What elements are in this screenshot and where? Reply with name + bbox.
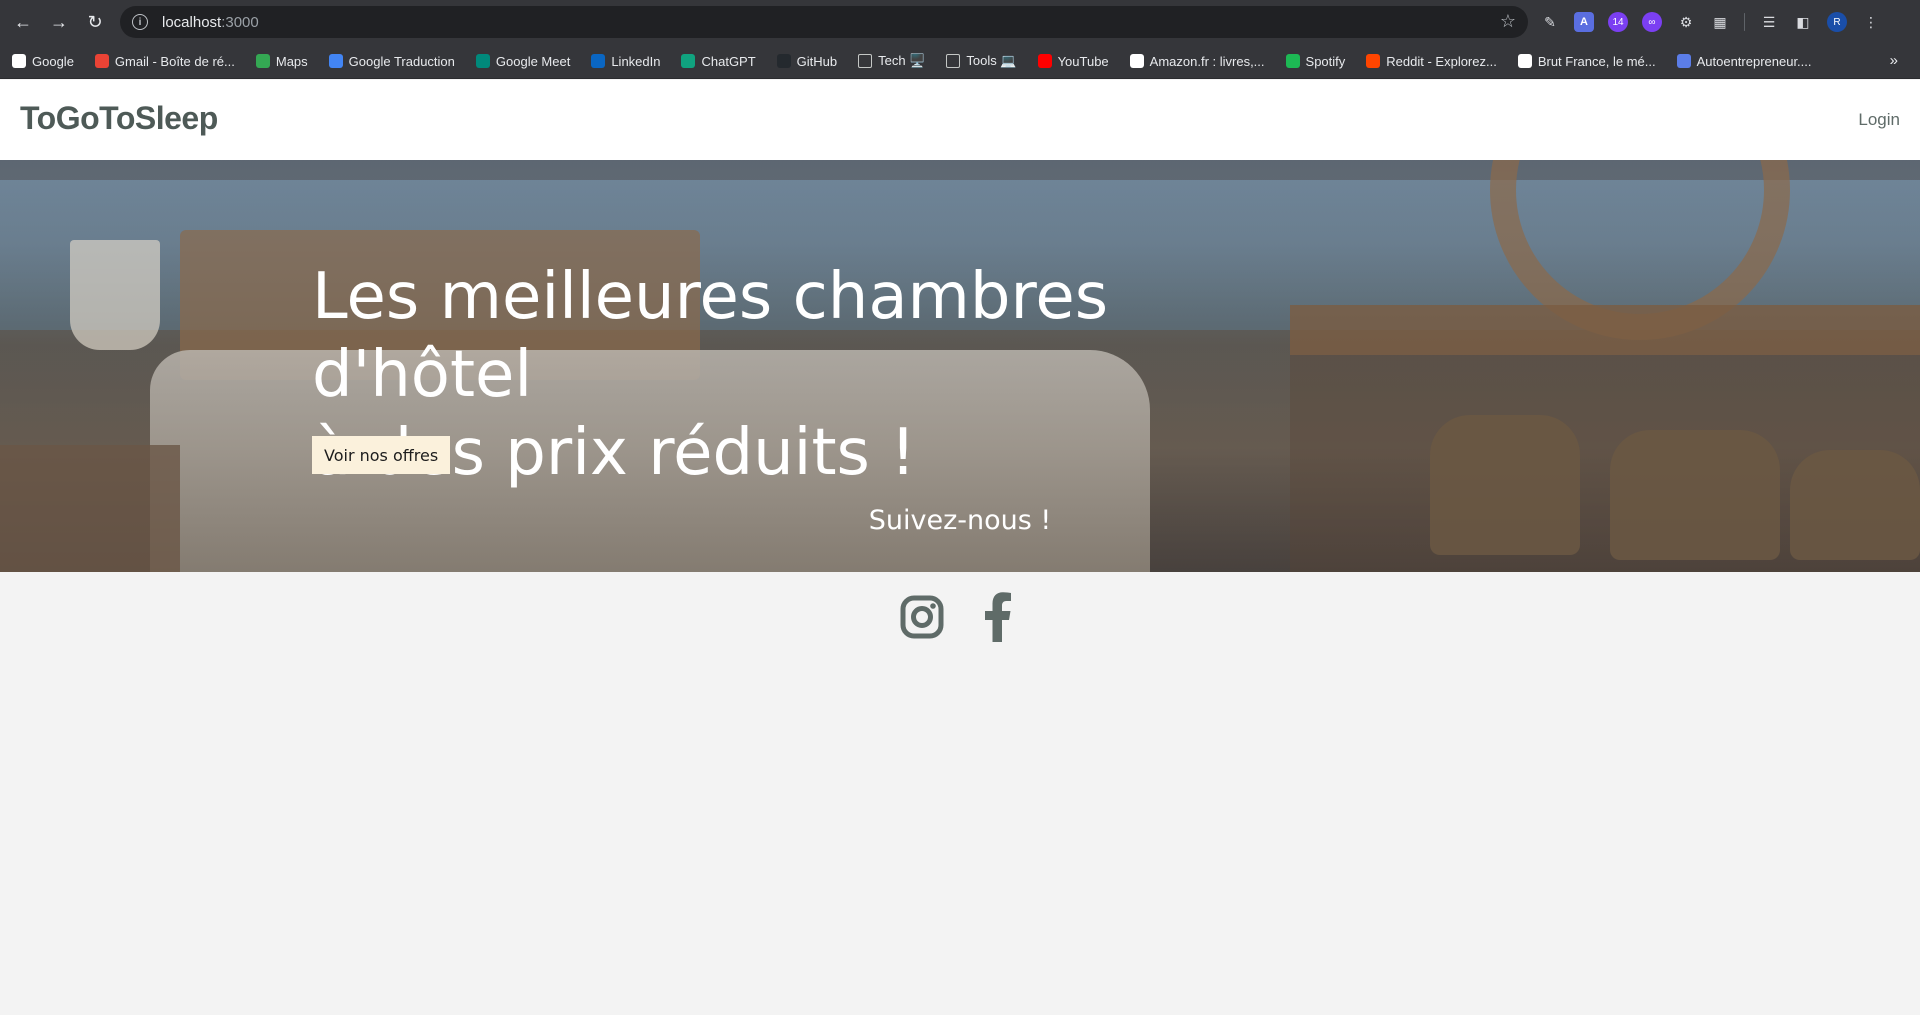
bookmark-star-icon[interactable]: ☆ — [1500, 11, 1516, 32]
amazon-icon — [1129, 54, 1144, 68]
bookmark-label: Google Traduction — [348, 53, 455, 69]
chatgpt-icon — [681, 54, 696, 68]
maps-icon — [255, 54, 270, 68]
bookmark-item[interactable]: LinkedIn — [591, 54, 660, 69]
bookmark-item[interactable]: Tools 💻 — [946, 53, 1017, 69]
bookmarks-bar: Google Gmail - Boîte de ré... Maps Google T… — [0, 44, 1920, 79]
facebook-icon[interactable] — [975, 592, 1021, 642]
bookmark-item[interactable]: Google Traduction — [328, 53, 455, 69]
bookmark-item[interactable]: GitHub — [776, 53, 838, 69]
badge-extension-icon[interactable]: 14 — [1608, 12, 1628, 32]
bookmark-item[interactable]: Reddit - Explorez... — [1366, 54, 1497, 69]
meet-icon — [475, 54, 490, 68]
bookmark-label: Autoentrepreneur.... — [1696, 53, 1812, 69]
bookmark-item[interactable]: YouTube — [1037, 53, 1109, 69]
hero-title-line: Les meilleures chambres d'hôtel — [312, 260, 1109, 412]
login-link[interactable]: Login — [1858, 110, 1900, 130]
hero-banner: Les meilleures chambres d'hôtel à des pr… — [0, 160, 1920, 572]
brut-icon — [1517, 54, 1532, 68]
bookmark-label: GitHub — [796, 53, 838, 69]
spotify-icon — [1285, 54, 1300, 68]
url-text[interactable]: localhost:3000 — [162, 14, 259, 31]
forward-icon[interactable]: → — [46, 9, 72, 35]
bookmark-item[interactable]: Autoentrepreneur.... — [1676, 53, 1812, 69]
bookmark-label: YouTube — [1057, 53, 1109, 69]
bookmark-label: Tools 💻 — [966, 53, 1017, 68]
facebook-glyph — [985, 592, 1011, 642]
side-panel-icon[interactable]: ◧ — [1793, 12, 1813, 32]
linkedin-icon — [591, 54, 606, 68]
bookmark-label: Gmail - Boîte de ré... — [114, 53, 235, 69]
youtube-icon — [1037, 54, 1052, 68]
extensions-bar: ✎ A 14 ∞ ⚙ ▦ ☰ ◧ R ⋮ — [1540, 8, 1881, 36]
profile-avatar[interactable]: R — [1827, 12, 1847, 32]
hero-background-console — [1290, 305, 1920, 355]
bookmark-label: Spotify — [1305, 53, 1346, 69]
hero-title: Les meilleures chambres d'hôtel à des pr… — [312, 258, 1312, 492]
bookmark-item[interactable]: Brut France, le mé... — [1517, 53, 1656, 69]
site-header: ToGoToSleep Login — [0, 80, 1920, 160]
reload-icon[interactable]: ↻ — [82, 9, 108, 35]
hero-title-line: à des prix réduits ! — [312, 416, 916, 490]
site-info-icon[interactable]: i — [132, 14, 148, 30]
menu-dots-icon[interactable]: ⋮ — [1861, 12, 1881, 32]
hero-background-lamp — [70, 240, 160, 350]
folder-icon — [946, 54, 961, 68]
view-offers-button[interactable]: Voir nos offres — [312, 436, 451, 474]
follow-us-label: Suivez-nous ! — [868, 505, 1052, 536]
browser-toolbar: ← → ↻ i localhost:3000 ☆ ✎ A 14 ∞ ⚙ ▦ ☰ … — [0, 0, 1920, 44]
autoentrepreneur-icon — [1676, 54, 1691, 68]
bookmark-item[interactable]: Amazon.fr : livres,... — [1129, 53, 1265, 69]
toolbar-divider — [1744, 13, 1745, 31]
github-icon — [776, 54, 791, 68]
bookmark-item[interactable]: Google Meet — [475, 53, 571, 69]
translate-extension-icon[interactable]: A — [1574, 12, 1594, 32]
bookmark-label: LinkedIn — [611, 53, 661, 69]
bookmark-label: Tech 🖥️ — [878, 53, 926, 68]
bookmark-label: Amazon.fr : livres,... — [1149, 53, 1265, 69]
eyedropper-icon[interactable]: ✎ — [1540, 12, 1560, 32]
instagram-icon[interactable] — [899, 592, 945, 642]
gear-extension-icon[interactable]: ⚙ — [1676, 12, 1696, 32]
bookmark-label: Reddit - Explorez... — [1386, 53, 1497, 69]
bookmark-label: Brut France, le mé... — [1537, 53, 1656, 69]
folder-icon — [858, 54, 873, 68]
hero-background-basket — [1610, 430, 1780, 560]
bookmark-label: Google Meet — [495, 53, 571, 69]
social-links — [0, 592, 1920, 642]
reddit-icon — [1366, 54, 1381, 68]
bookmark-label: Maps — [275, 53, 308, 69]
instagram-glyph — [900, 595, 944, 639]
address-bar[interactable]: i localhost:3000 ☆ — [120, 6, 1528, 38]
bookmark-item[interactable]: ChatGPT — [681, 53, 756, 69]
bookmark-label: Google — [32, 53, 74, 69]
bookmark-label: ChatGPT — [701, 53, 756, 69]
bookmark-item[interactable]: Gmail - Boîte de ré... — [94, 53, 235, 69]
infinity-extension-icon[interactable]: ∞ — [1642, 12, 1662, 32]
gmail-icon — [94, 54, 109, 68]
bookmark-item[interactable]: Maps — [255, 53, 308, 69]
puzzle-icon[interactable]: ▦ — [1710, 12, 1730, 32]
bookmark-item[interactable]: Google — [12, 54, 74, 69]
bookmark-item[interactable]: Tech 🖥️ — [858, 53, 925, 69]
google-icon — [12, 54, 26, 68]
back-icon[interactable]: ← — [10, 9, 36, 35]
bookmark-item[interactable]: Spotify — [1285, 53, 1346, 69]
translate-icon — [328, 54, 343, 68]
reading-list-icon[interactable]: ☰ — [1759, 12, 1779, 32]
brand-logo[interactable]: ToGoToSleep — [20, 100, 218, 137]
more-bookmarks-icon[interactable]: » — [1890, 52, 1898, 69]
